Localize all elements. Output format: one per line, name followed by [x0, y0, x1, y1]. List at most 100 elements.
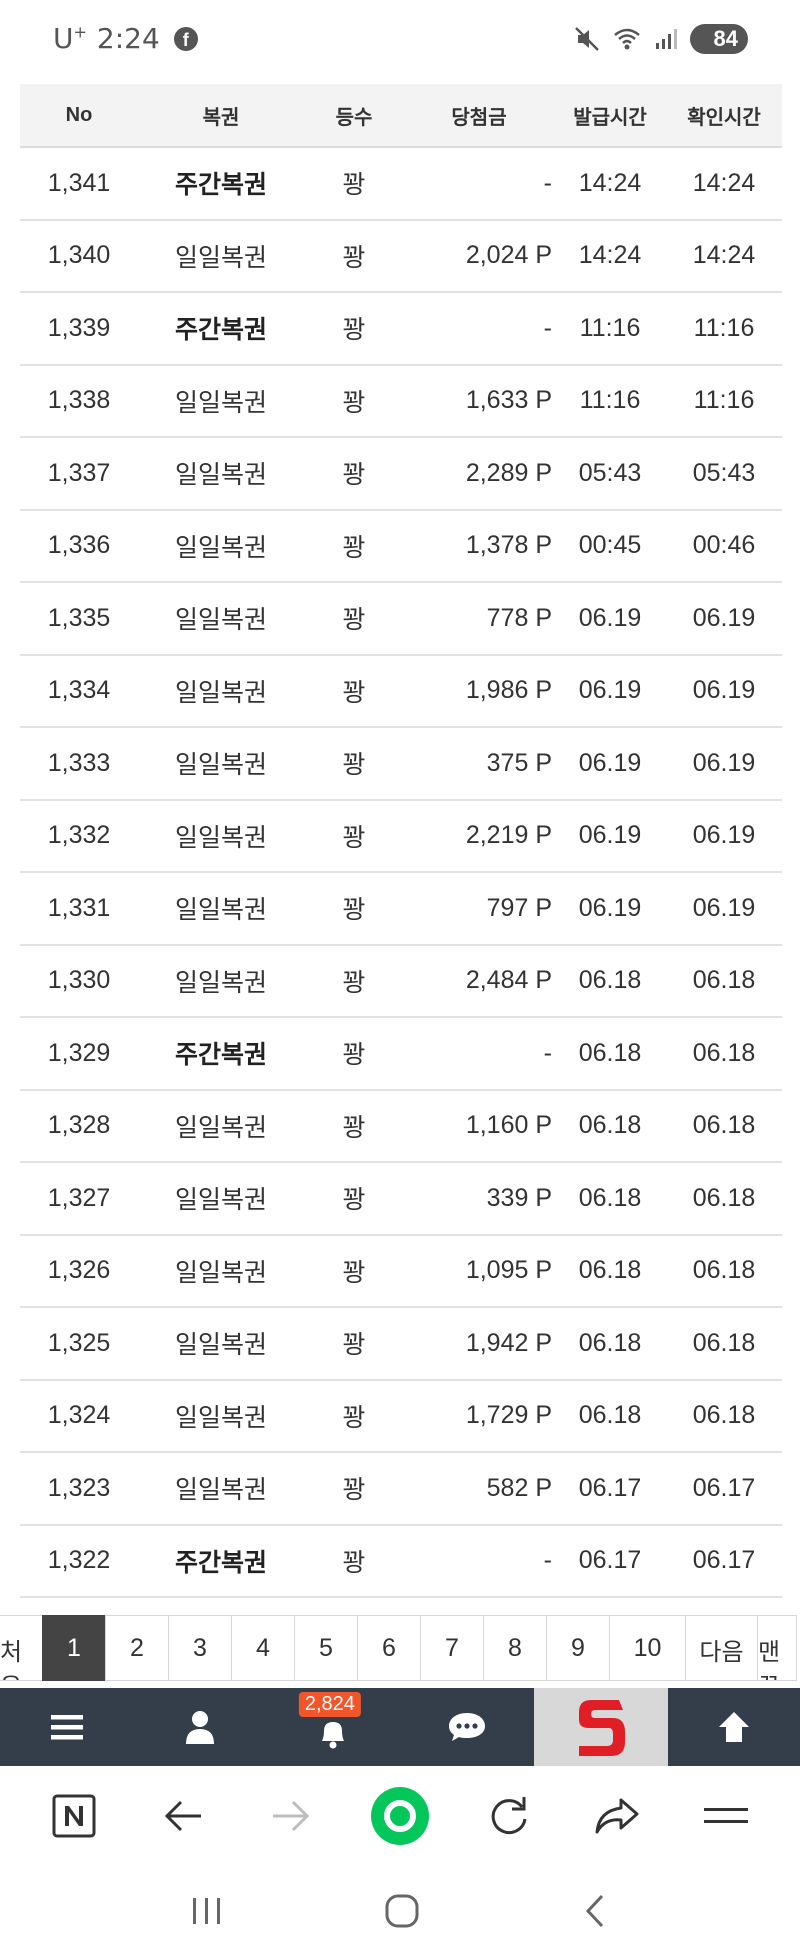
forward-button[interactable] [256, 1781, 326, 1851]
row-prize: 2,289 P [465, 458, 552, 487]
row-rank: 꽝 [342, 1548, 366, 1577]
page-next-button[interactable]: 다음 [685, 1615, 757, 1681]
table-row: 1,326 일일복권 꽝 1,095 P 06.18 06.18 [20, 1236, 782, 1308]
header-prize: 당첨금 [451, 106, 507, 129]
row-no: 1,332 [47, 821, 111, 850]
row-rank: 꽝 [342, 243, 366, 272]
page-first-button[interactable]: 처음 [0, 1615, 42, 1681]
menu-lines-icon [703, 1808, 748, 1823]
refresh-icon [491, 1797, 527, 1835]
naver-home-button[interactable] [39, 1781, 109, 1851]
row-prize: 797 P [486, 893, 552, 922]
page-last-button[interactable]: 맨끝 [757, 1615, 797, 1681]
row-lottery: 주간복권 [174, 171, 267, 200]
row-no: 1,334 [47, 676, 111, 705]
row-rank: 꽝 [342, 1258, 366, 1287]
page-9-button[interactable]: 9 [546, 1615, 609, 1681]
table-row: 1,335 일일복권 꽝 778 P 06.19 06.19 [20, 583, 782, 656]
row-lottery: 일일복권 [174, 1403, 267, 1432]
facebook-icon: f [173, 26, 198, 51]
site-logo-button[interactable] [534, 1688, 668, 1766]
row-rank: 꽝 [342, 1041, 366, 1070]
row-no: 1,341 [47, 168, 111, 197]
row-lottery: 일일복권 [174, 896, 267, 925]
system-navigation-bar [0, 1866, 800, 1956]
lottery-history-table: No 복권 등수 당첨금 발급시간 확인시간 1,341 주간복권 꽝 -14:24 1… [20, 84, 782, 1598]
share-button[interactable] [582, 1781, 652, 1851]
browser-toolbar [0, 1766, 800, 1866]
table-row: 1,339 주간복권 꽝 -11:16 11:16 [20, 293, 782, 366]
carrier-label: U+ [53, 22, 87, 55]
row-rank: 꽝 [342, 1186, 366, 1215]
home-icon[interactable] [384, 1893, 420, 1929]
row-lottery: 일일복권 [174, 1113, 267, 1142]
row-prize: 1,942 P [465, 1328, 552, 1357]
row-issued: 06.18 [578, 1038, 642, 1067]
row-no: 1,323 [47, 1473, 111, 1502]
row-lottery: 주간복권 [174, 316, 267, 345]
row-checked: 06.18 [692, 1183, 756, 1212]
table-row: 1,325 일일복권 꽝 1,942 P 06.18 06.18 [20, 1308, 782, 1381]
row-prize: 1,160 P [465, 1111, 552, 1140]
header-lottery: 복권 [202, 106, 240, 129]
status-left: U+ 2:24 f [53, 22, 198, 55]
menu-button[interactable] [0, 1688, 133, 1766]
notification-badge: 2,824 [298, 1692, 361, 1717]
row-prize: 1,095 P [465, 1256, 552, 1285]
row-lottery: 일일복권 [174, 1258, 267, 1287]
table-row: 1,337 일일복권 꽝 2,289 P 05:43 05:43 [20, 438, 782, 511]
forward-icon [273, 1800, 310, 1832]
battery-indicator: 84 [690, 24, 748, 54]
profile-button[interactable] [133, 1688, 266, 1766]
row-checked: 06.18 [692, 1328, 756, 1357]
row-checked: 06.19 [692, 821, 756, 850]
table-row: 1,324 일일복권 꽝 1,729 P 06.18 06.18 [20, 1381, 782, 1453]
row-checked: 06.19 [692, 603, 756, 632]
row-prize: 2,024 P [465, 241, 552, 270]
row-prize: 2,219 P [465, 821, 552, 850]
row-prize: 1,633 P [465, 386, 552, 415]
row-checked: 06.18 [692, 1401, 756, 1430]
page-8-button[interactable]: 8 [483, 1615, 546, 1681]
table-header: No 복권 등수 당첨금 발급시간 확인시간 [20, 84, 782, 148]
row-prize: 582 P [486, 1473, 552, 1502]
page-6-button[interactable]: 6 [357, 1615, 420, 1681]
back-icon [164, 1800, 201, 1832]
row-prize: 339 P [486, 1183, 552, 1212]
row-rank: 꽝 [342, 316, 366, 345]
row-checked: 11:16 [693, 313, 755, 342]
row-checked: 05:43 [692, 458, 756, 487]
green-dot-button[interactable] [365, 1781, 435, 1851]
row-checked: 00:46 [692, 531, 756, 560]
scroll-top-button[interactable] [668, 1688, 800, 1766]
chat-icon [449, 1713, 485, 1741]
system-back-icon[interactable] [580, 1893, 610, 1929]
page-10-button[interactable]: 10 [609, 1615, 685, 1681]
notification-button[interactable]: 2,824 [266, 1688, 400, 1766]
row-prize: 2,484 P [465, 966, 552, 995]
recent-apps-icon[interactable] [190, 1894, 224, 1928]
page-7-button[interactable]: 7 [420, 1615, 483, 1681]
row-rank: 꽝 [342, 968, 366, 997]
row-checked: 11:16 [693, 386, 755, 415]
refresh-button[interactable] [474, 1781, 544, 1851]
row-lottery: 일일복권 [174, 823, 267, 852]
page-2-button[interactable]: 2 [105, 1615, 168, 1681]
back-button[interactable] [148, 1781, 218, 1851]
row-issued: 11:16 [579, 313, 641, 342]
page-3-button[interactable]: 3 [168, 1615, 231, 1681]
row-checked: 06.18 [692, 1111, 756, 1140]
menu-icon [50, 1715, 83, 1740]
browser-menu-button[interactable] [691, 1781, 761, 1851]
arrow-up-icon [719, 1712, 749, 1742]
row-rank: 꽝 [342, 896, 366, 925]
row-checked: 06.17 [692, 1546, 756, 1575]
page-5-button[interactable]: 5 [294, 1615, 357, 1681]
row-checked: 14:24 [692, 241, 756, 270]
row-lottery: 일일복권 [174, 606, 267, 635]
table-row: 1,332 일일복권 꽝 2,219 P 06.19 06.19 [20, 801, 782, 873]
row-no: 1,337 [47, 458, 111, 487]
page-1-button[interactable]: 1 [42, 1615, 105, 1681]
page-4-button[interactable]: 4 [231, 1615, 294, 1681]
chat-button[interactable] [400, 1688, 534, 1766]
